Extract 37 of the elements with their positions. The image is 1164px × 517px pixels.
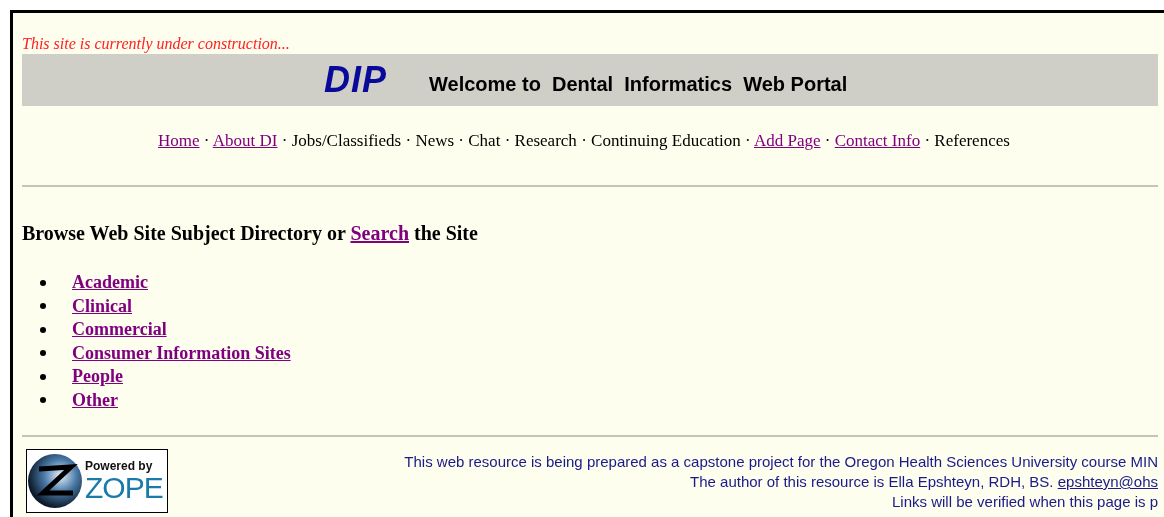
nav-separator: · xyxy=(203,131,210,150)
nav-link[interactable]: Contact Info xyxy=(834,131,921,150)
directory-link[interactable]: People xyxy=(72,366,123,388)
site-logo: DIP xyxy=(324,59,387,101)
directory-link[interactable]: Clinical xyxy=(72,295,132,317)
directory-link[interactable]: Other xyxy=(72,389,118,411)
construction-notice: This site is currently under construction... xyxy=(22,34,291,54)
footer-text: Links will be verified when this page is p xyxy=(891,492,1158,512)
nav-separator: · xyxy=(405,131,412,150)
page-title: Welcome to Dental Informatics Web Portal xyxy=(429,72,848,96)
nav-separator: · xyxy=(924,131,931,150)
nav-separator: · xyxy=(745,131,751,150)
footer-text: This web resource is being prepared as a capstone project for the Oregon Health Sciences University course MIN xyxy=(403,452,1158,472)
directory-link[interactable]: Commercial xyxy=(72,319,167,341)
directory-link[interactable]: Consumer Information Sites xyxy=(72,342,291,364)
email-link[interactable]: epshteyn@ohs xyxy=(1057,473,1158,490)
badge-wordmark: ZOPE xyxy=(85,473,163,503)
bullet-icon xyxy=(40,350,46,357)
bullet-icon xyxy=(40,373,46,380)
heading-text: the Site xyxy=(414,222,478,244)
bullet-icon xyxy=(40,279,46,286)
nav-separator: · xyxy=(581,131,587,150)
nav-separator: · xyxy=(824,131,831,150)
footer-text: The author of this resource is Ella Epshteyn, RDH, BS. xyxy=(690,473,1054,490)
nav-link[interactable]: About DI xyxy=(212,131,278,150)
search-link[interactable]: Search xyxy=(350,222,409,244)
directory-link[interactable]: Academic xyxy=(72,272,148,294)
nav-separator: · xyxy=(281,131,288,150)
bullet-icon xyxy=(40,303,46,310)
nav-link[interactable]: Home xyxy=(158,131,200,150)
bullet-icon xyxy=(40,397,46,404)
heading-text: Browse Web Site Subject Directory or xyxy=(22,222,346,244)
badge-caption: Powered by xyxy=(85,459,154,473)
nav-separator: · xyxy=(458,131,465,150)
nav-separator: · xyxy=(504,131,511,150)
nav-link[interactable]: Add Page xyxy=(753,131,821,150)
bullet-icon xyxy=(40,326,46,333)
